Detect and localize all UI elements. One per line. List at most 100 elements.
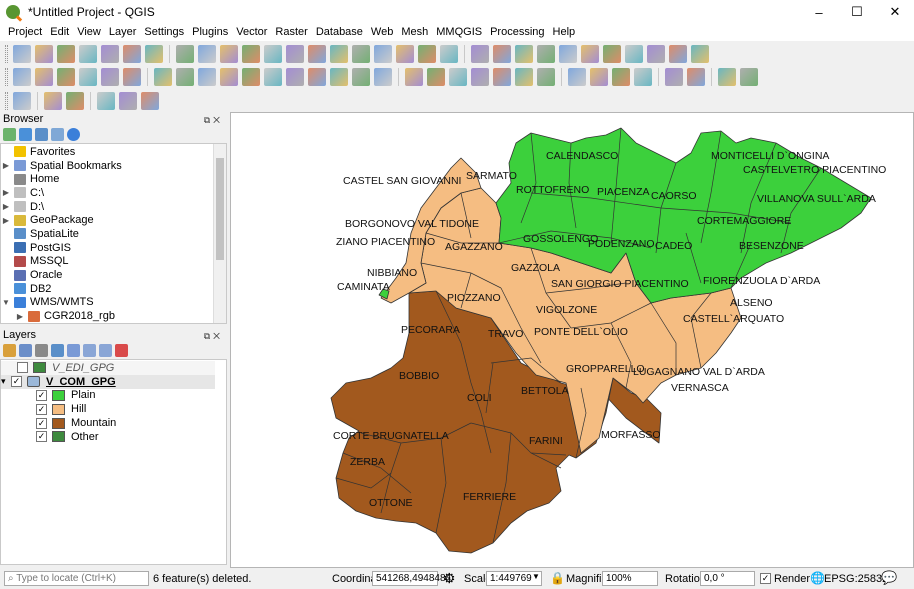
- crs-globe-icon[interactable]: 🌐: [810, 571, 825, 585]
- chevron-right-icon[interactable]: ▶: [1, 202, 11, 211]
- filter-legend-icon[interactable]: [51, 344, 64, 357]
- layer-item[interactable]: V_EDI_GPG: [1, 361, 215, 375]
- save-edits-icon[interactable]: [198, 67, 216, 86]
- undo-icon[interactable]: [352, 67, 370, 86]
- text-annotation-icon[interactable]: [691, 44, 709, 63]
- lock-icon[interactable]: 🔒: [550, 571, 565, 585]
- chevron-right-icon[interactable]: ▶: [1, 188, 11, 197]
- select-features-icon[interactable]: [515, 44, 533, 63]
- identify-icon[interactable]: [471, 44, 489, 63]
- browser-scrollbar[interactable]: [213, 144, 226, 323]
- magnifier-spinbox[interactable]: 100%: [602, 571, 658, 586]
- refresh-icon[interactable]: [440, 44, 458, 63]
- new-map-view-icon[interactable]: [396, 44, 414, 63]
- redo-icon[interactable]: [374, 67, 392, 86]
- toolbar-grip[interactable]: [5, 67, 8, 86]
- measure-icon[interactable]: [647, 44, 665, 63]
- zoom-next-icon[interactable]: [374, 44, 392, 63]
- crs-label[interactable]: EPSG:25832: [824, 573, 888, 585]
- menu-processing[interactable]: Processing: [486, 24, 548, 41]
- legend-category[interactable]: ✓ Mountain: [1, 416, 215, 430]
- remove-layer-icon[interactable]: [115, 344, 128, 357]
- pan-to-selection-icon[interactable]: [198, 44, 216, 63]
- add-selected-icon[interactable]: [3, 128, 16, 141]
- save-as-icon[interactable]: [79, 44, 97, 63]
- cube-yellow-icon[interactable]: [119, 91, 137, 110]
- menu-edit[interactable]: Edit: [46, 24, 73, 41]
- hammer-tool-icon[interactable]: [141, 91, 159, 110]
- pin-labels-icon[interactable]: [449, 67, 467, 86]
- menu-help[interactable]: Help: [549, 24, 580, 41]
- add-group-icon[interactable]: [19, 344, 32, 357]
- legend-category[interactable]: ✓ Hill: [1, 402, 215, 416]
- map-canvas[interactable]: CALENDASCO MONTICELLI D`ONGINA CASTELVETRO…: [230, 112, 914, 568]
- menu-project[interactable]: Project: [4, 24, 46, 41]
- chevron-down-icon[interactable]: ▼: [532, 572, 540, 581]
- chevron-right-icon[interactable]: ▶: [15, 312, 25, 321]
- menu-mmqgis[interactable]: MMQGIS: [432, 24, 486, 41]
- data-source-manager-icon[interactable]: [13, 67, 31, 86]
- menu-raster[interactable]: Raster: [271, 24, 311, 41]
- cut-icon[interactable]: [286, 67, 304, 86]
- collapse-all-icon[interactable]: [99, 344, 112, 357]
- toolbar-grip[interactable]: [5, 91, 8, 110]
- menu-database[interactable]: Database: [312, 24, 367, 41]
- georeferencer-icon[interactable]: [740, 67, 758, 86]
- filter-expression-icon[interactable]: [67, 344, 80, 357]
- vertex-tool-icon[interactable]: [242, 67, 260, 86]
- map-tips-icon[interactable]: [669, 44, 687, 63]
- browser-item[interactable]: MSSQL: [1, 255, 215, 269]
- layer-style-icon[interactable]: [3, 344, 16, 357]
- action-icon[interactable]: [493, 44, 511, 63]
- zoom-out-icon[interactable]: [242, 44, 260, 63]
- browser-scroll-thumb[interactable]: [216, 158, 224, 260]
- browser-item[interactable]: SpatiaLite: [1, 227, 215, 241]
- field-calculator-icon[interactable]: [559, 44, 577, 63]
- crs-capture-icon[interactable]: [718, 67, 736, 86]
- processing-toolbox-icon[interactable]: [603, 44, 621, 63]
- menu-mesh[interactable]: Mesh: [397, 24, 432, 41]
- locator-input[interactable]: ⌕ Type to locate (Ctrl+K): [4, 571, 149, 586]
- add-wms-icon[interactable]: [123, 67, 141, 86]
- add-vector-icon[interactable]: [79, 67, 97, 86]
- browser-item[interactable]: ▶ C:\: [1, 186, 215, 200]
- rotate-label-icon[interactable]: [515, 67, 533, 86]
- layer-visibility-checkbox[interactable]: ✓: [36, 403, 47, 415]
- collapse-all-icon[interactable]: [51, 128, 64, 141]
- layer-visibility-checkbox[interactable]: [17, 362, 28, 374]
- coordinate-toggle-icon[interactable]: ⚙: [443, 570, 456, 587]
- panel-float-close-icon[interactable]: ⧉✕: [204, 329, 223, 343]
- add-raster-icon[interactable]: [101, 67, 119, 86]
- browser-item[interactable]: DB2: [1, 282, 215, 296]
- print-layout-icon[interactable]: [101, 44, 119, 63]
- style-manager-icon[interactable]: [145, 44, 163, 63]
- current-edits-icon[interactable]: [176, 67, 194, 86]
- statistics-icon[interactable]: [625, 44, 643, 63]
- legend-category[interactable]: ✓ Plain: [1, 389, 215, 403]
- world-map-icon[interactable]: [612, 67, 630, 86]
- layer-visibility-checkbox[interactable]: ✓: [36, 431, 47, 443]
- maximize-button[interactable]: ☐: [838, 0, 876, 24]
- close-button[interactable]: ✕: [876, 0, 914, 24]
- menu-view[interactable]: View: [73, 24, 105, 41]
- open-project-icon[interactable]: [35, 44, 53, 63]
- legend-category[interactable]: ✓ Other: [1, 430, 215, 444]
- deselect-icon[interactable]: [537, 44, 555, 63]
- menu-plugins[interactable]: Plugins: [188, 24, 232, 41]
- zoom-last-icon[interactable]: [352, 44, 370, 63]
- layout-manager-icon[interactable]: [123, 44, 141, 63]
- cube-3d-icon[interactable]: [97, 91, 115, 110]
- new-geopackage-layer-icon[interactable]: [35, 67, 53, 86]
- map-svg[interactable]: CALENDASCO MONTICELLI D`ONGINA CASTELVETRO…: [231, 113, 914, 568]
- temporal-icon[interactable]: [418, 44, 436, 63]
- zoom-in-icon[interactable]: [220, 44, 238, 63]
- label-toolbar-icon[interactable]: [405, 67, 423, 86]
- panel-float-close-icon[interactable]: ⧉✕: [204, 113, 223, 127]
- toolbar-grip[interactable]: [5, 44, 8, 63]
- coordinate-field[interactable]: 541268,4948484: [372, 571, 451, 586]
- layer-visibility-checkbox[interactable]: ✓: [36, 417, 47, 429]
- pan-icon[interactable]: [176, 44, 194, 63]
- browser-item[interactable]: ▶ Spatial Bookmarks: [1, 159, 215, 173]
- globe-icon[interactable]: [590, 67, 608, 86]
- zoom-to-selection-icon[interactable]: [286, 44, 304, 63]
